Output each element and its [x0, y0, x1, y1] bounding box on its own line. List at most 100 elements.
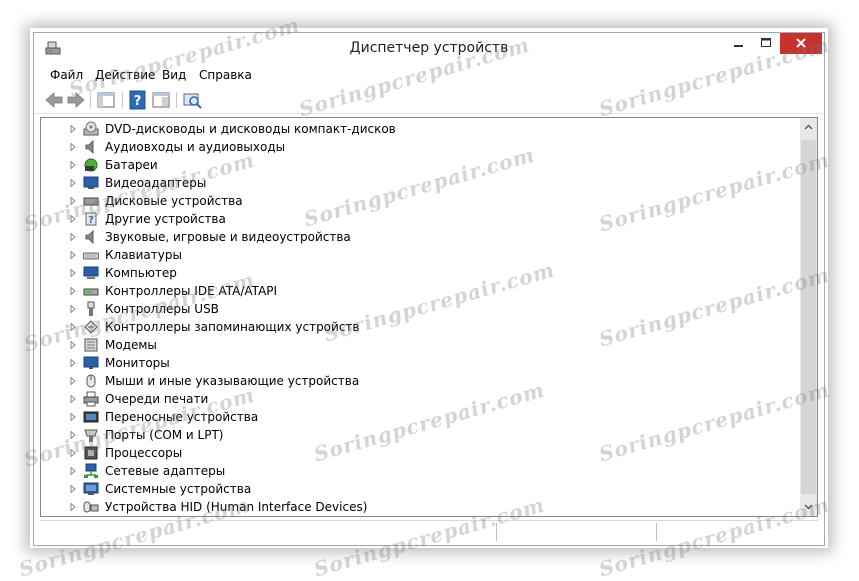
tree-item[interactable]: Сетевые адаптеры [41, 462, 781, 480]
menu-help[interactable]: Справка [199, 68, 252, 82]
title-bar[interactable]: Диспетчер устройств [34, 33, 824, 63]
menu-view[interactable]: Вид [162, 68, 186, 82]
window-title: Диспетчер устройств [349, 40, 509, 56]
disk-drive-icon [83, 193, 99, 209]
tree-item[interactable]: DVD-дисководы и дисководы компакт-дисков [41, 120, 781, 138]
tree-item-label: Видеоадаптеры [105, 176, 207, 190]
tree-item[interactable]: Порты (COM и LPT) [41, 426, 781, 444]
tree-item-label: Сетевые адаптеры [105, 464, 226, 478]
tree-item[interactable]: Мыши и иные указывающие устройства [41, 372, 781, 390]
vertical-scrollbar[interactable] [800, 118, 817, 516]
expand-arrow-icon[interactable] [69, 467, 77, 475]
svg-text:?: ? [134, 94, 142, 109]
expand-arrow-icon[interactable] [69, 413, 77, 421]
expand-arrow-icon[interactable] [69, 287, 77, 295]
scroll-up-arrow-icon[interactable] [804, 123, 813, 132]
status-pane [40, 523, 497, 541]
device-tree[interactable]: DVD-дисководы и дисководы компакт-дисков… [40, 117, 818, 517]
mouse-icon [83, 373, 99, 389]
tree-item[interactable]: Системные устройства [41, 480, 781, 498]
tree-item[interactable]: ? Другие устройства [41, 210, 781, 228]
system-device-icon [83, 481, 99, 497]
menu-bar: Файл Действие Вид Справка [34, 63, 824, 87]
dvd-drive-icon [83, 121, 99, 137]
tree-item-label: Звуковые, игровые и видеоустройства [105, 230, 351, 244]
expand-arrow-icon[interactable] [69, 161, 77, 169]
unknown-device-icon: ? [83, 211, 99, 227]
expand-arrow-icon[interactable] [69, 305, 77, 313]
tree-item-label: Мониторы [105, 356, 170, 370]
console-tree-icon [97, 92, 115, 108]
menu-file[interactable]: Файл [50, 68, 83, 82]
expand-arrow-icon[interactable] [69, 251, 77, 259]
scan-hardware-icon [183, 93, 202, 109]
expand-arrow-icon[interactable] [69, 323, 77, 331]
tree-item[interactable]: Модемы [41, 336, 781, 354]
status-pane [496, 523, 657, 541]
tree-item[interactable]: Дисковые устройства [41, 192, 781, 210]
expand-arrow-icon[interactable] [69, 395, 77, 403]
expand-arrow-icon[interactable] [69, 359, 77, 367]
tree-item[interactable]: Переносные устройства [41, 408, 781, 426]
expand-arrow-icon[interactable] [69, 179, 77, 187]
tree-item-label: Контроллеры USB [105, 302, 219, 316]
maximize-icon [761, 38, 771, 47]
toolbar: ? [34, 87, 824, 114]
battery-icon [83, 157, 99, 173]
printer-icon [83, 391, 99, 407]
tree-item[interactable]: Батареи [41, 156, 781, 174]
forward-button[interactable] [65, 89, 87, 111]
ide-controller-icon [83, 283, 99, 299]
tree-item-label: Мыши и иные указывающие устройства [105, 374, 360, 388]
expand-arrow-icon[interactable] [69, 431, 77, 439]
tree-item[interactable]: Мониторы [41, 354, 781, 372]
expand-arrow-icon[interactable] [69, 269, 77, 277]
tree-item[interactable]: Контроллеры запоминающих устройств [41, 318, 781, 336]
keyboard-icon [83, 247, 99, 263]
expand-arrow-icon[interactable] [69, 341, 77, 349]
help-icon: ? [129, 90, 146, 110]
tree-item[interactable]: Контроллеры IDE ATA/ATAPI [41, 282, 781, 300]
expand-arrow-icon[interactable] [69, 449, 77, 457]
expand-arrow-icon[interactable] [69, 197, 77, 205]
help-button[interactable]: ? [127, 89, 149, 111]
tree-item-label: Очереди печати [105, 392, 209, 406]
close-button[interactable] [780, 33, 822, 54]
tree-item-label: Модемы [105, 338, 157, 352]
arrow-right-icon [67, 92, 85, 108]
scroll-down-arrow-icon[interactable] [804, 502, 813, 511]
hid-icon [83, 499, 99, 515]
expand-arrow-icon[interactable] [69, 215, 77, 223]
expand-arrow-icon[interactable] [69, 485, 77, 493]
expand-arrow-icon[interactable] [69, 233, 77, 241]
expand-arrow-icon[interactable] [69, 377, 77, 385]
maximize-button[interactable] [752, 33, 780, 54]
back-button[interactable] [43, 89, 65, 111]
tree-item-label: Устройства HID (Human Interface Devices) [105, 500, 368, 514]
expand-arrow-icon[interactable] [69, 143, 77, 151]
tree-item[interactable]: Видеоадаптеры [41, 174, 781, 192]
show-hide-console-tree-button[interactable] [95, 89, 117, 111]
scrollbar-thumb[interactable] [801, 140, 816, 494]
menu-action[interactable]: Действие [95, 68, 155, 82]
tree-item[interactable]: Контроллеры USB [41, 300, 781, 318]
tree-item-label: Системные устройства [105, 482, 252, 496]
svg-text:?: ? [88, 215, 94, 226]
close-icon [796, 38, 806, 48]
tree-item-label: Аудиовходы и аудиовыходы [105, 140, 286, 154]
tree-item[interactable]: Процессоры [41, 444, 781, 462]
scan-hardware-button[interactable] [181, 89, 203, 111]
expand-arrow-icon[interactable] [69, 503, 77, 511]
tree-item[interactable]: Звуковые, игровые и видеоустройства [41, 228, 781, 246]
properties-button[interactable] [150, 89, 172, 111]
portable-device-icon [83, 409, 99, 425]
expand-arrow-icon[interactable] [69, 125, 77, 133]
modem-icon [83, 337, 99, 353]
tree-item[interactable]: Компьютер [41, 264, 781, 282]
minimize-button[interactable] [724, 33, 752, 54]
tree-item-label: Клавиатуры [105, 248, 182, 262]
tree-item[interactable]: Клавиатуры [41, 246, 781, 264]
tree-item[interactable]: Устройства HID (Human Interface Devices) [41, 498, 781, 516]
tree-item[interactable]: Очереди печати [41, 390, 781, 408]
tree-item[interactable]: Аудиовходы и аудиовыходы [41, 138, 781, 156]
